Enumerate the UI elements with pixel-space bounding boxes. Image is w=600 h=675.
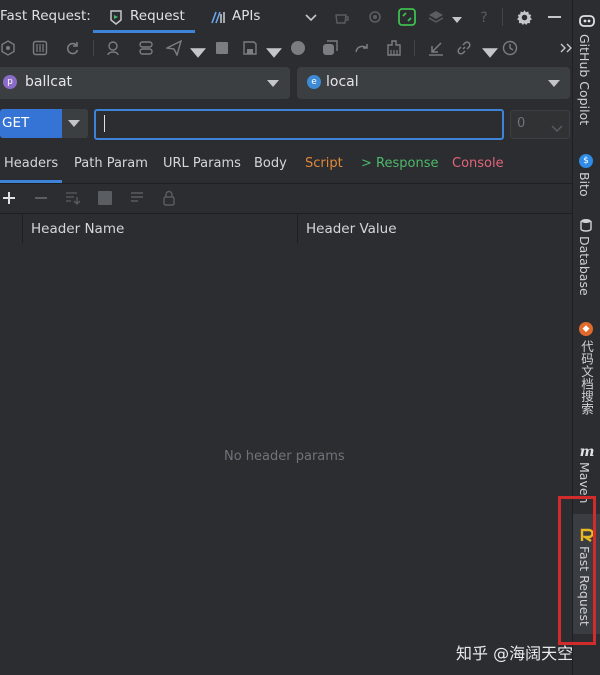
coffee-icon[interactable] (334, 9, 350, 25)
sliders-icon[interactable] (32, 40, 48, 56)
send-dropdown-icon[interactable] (190, 45, 206, 58)
column-divider (297, 214, 298, 244)
align-left-icon[interactable] (130, 191, 144, 205)
sidebar-item-database[interactable]: Database (577, 236, 592, 296)
column-divider (22, 214, 23, 244)
project-badge-icon: p (3, 75, 17, 89)
highlight-annotation-box (558, 496, 596, 645)
database-icon[interactable] (580, 218, 592, 232)
tab-headers[interactable]: Headers (4, 156, 58, 171)
refresh-icon[interactable] (64, 40, 80, 56)
url-input[interactable] (94, 109, 504, 140)
method-dropdown-button[interactable] (62, 109, 88, 138)
bulk-edit-icon[interactable] (65, 191, 81, 205)
env-select-value: local (326, 74, 359, 90)
redo-icon[interactable] (354, 40, 370, 56)
remove-row-icon[interactable] (34, 191, 48, 205)
cleanup-icon[interactable] (386, 40, 402, 56)
empty-state-text: No header params (224, 449, 345, 464)
record-icon[interactable] (290, 40, 306, 56)
title-separator (502, 8, 503, 26)
chevron-down-icon (548, 80, 560, 87)
stop-icon[interactable] (214, 40, 230, 56)
tab-apis[interactable]: APIs (232, 8, 260, 24)
save-icon[interactable] (242, 40, 258, 56)
tab-request[interactable]: Request (130, 8, 185, 24)
tabs-divider (0, 183, 572, 184)
maven-icon[interactable]: m (578, 444, 596, 460)
layers-icon[interactable] (428, 9, 444, 25)
column-header-value[interactable]: Header Value (306, 221, 397, 237)
project-select-value: ballcat (25, 74, 73, 90)
toolbar-separator (414, 40, 415, 56)
column-header-name[interactable]: Header Name (31, 221, 124, 237)
chevron-down-icon (68, 120, 80, 127)
user-search-icon[interactable] (106, 40, 122, 56)
watermark: 知乎 @海阔天空 (456, 644, 574, 663)
table-header: Header Name Header Value (0, 213, 572, 245)
svg-text:m: m (580, 444, 595, 458)
doc-search-icon[interactable]: ◆ (579, 322, 593, 336)
sidebar-item-doc-search[interactable]: 代码文档搜索 (577, 340, 596, 415)
minimize-icon[interactable] (548, 16, 561, 18)
send-icon[interactable] (164, 39, 183, 57)
svg-text:?: ? (480, 10, 487, 25)
copy-icon[interactable] (322, 40, 338, 56)
app-label: Fast Request: (0, 8, 91, 24)
save-dropdown-icon[interactable] (266, 45, 282, 58)
thread-count-value: 0 (517, 116, 526, 131)
link-dropdown-icon[interactable] (482, 45, 498, 58)
link-icon[interactable] (456, 40, 472, 56)
env-select[interactable]: e local (297, 67, 570, 99)
lock-icon[interactable] (162, 190, 176, 206)
method-select[interactable]: GET (0, 109, 62, 138)
sync-icon[interactable] (398, 8, 416, 26)
tabs-chevron-down-icon[interactable] (304, 10, 318, 24)
thread-count-field[interactable]: 0 (510, 110, 570, 139)
stop-square-icon[interactable] (98, 191, 112, 205)
tab-path-param[interactable]: Path Param (74, 156, 148, 171)
tab-console[interactable]: Console (452, 156, 504, 171)
request-toolbar (0, 34, 572, 62)
layers-dropdown-icon[interactable] (452, 13, 462, 23)
apis-tab-icon (210, 9, 228, 25)
add-row-icon[interactable] (2, 191, 16, 205)
bito-icon[interactable]: $ (579, 154, 593, 168)
copilot-icon[interactable] (578, 12, 596, 30)
sidebar-item-github-copilot[interactable]: GitHub Copilot (577, 34, 592, 125)
request-tab-icon (108, 9, 124, 25)
table-body: No header params (0, 243, 572, 675)
import-icon[interactable] (428, 40, 444, 56)
env-badge-icon: e (307, 75, 321, 89)
tab-response[interactable]: > Response (361, 156, 438, 171)
history-icon[interactable] (502, 40, 518, 56)
title-bar: Fast Request: Request APIs ? (0, 0, 572, 35)
help-icon[interactable]: ? (476, 9, 492, 26)
chevron-down-icon (267, 80, 279, 87)
method-value: GET (2, 115, 30, 131)
sidebar-item-bito[interactable]: Bito (577, 172, 592, 197)
gear-icon[interactable] (516, 9, 533, 26)
active-tab-indicator (93, 30, 195, 33)
settings-small-icon[interactable] (367, 9, 383, 25)
thread-count-chevron-icon (551, 122, 563, 137)
tab-script[interactable]: Script (305, 156, 343, 171)
module-icon[interactable] (0, 40, 16, 56)
capsule-icon[interactable] (138, 40, 154, 56)
project-select[interactable]: p ballcat (0, 67, 290, 99)
toolbar-separator (93, 40, 94, 56)
tab-url-params[interactable]: URL Params (163, 156, 241, 171)
text-caret (104, 115, 105, 132)
tab-body[interactable]: Body (254, 156, 287, 171)
